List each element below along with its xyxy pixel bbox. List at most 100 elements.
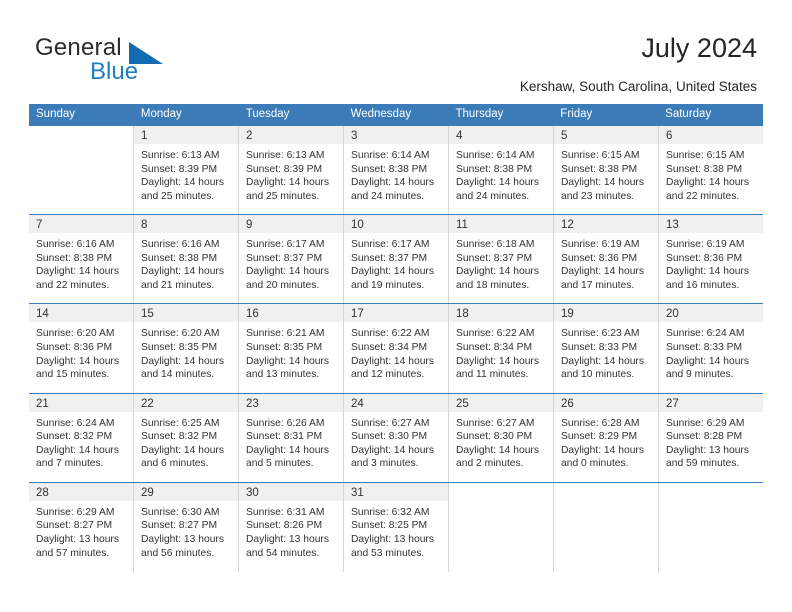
day-number: 20 bbox=[666, 308, 679, 321]
calendar-day-cell[interactable]: 27 Sunrise: 6:29 AM Sunset: 8:28 PM Dayl… bbox=[658, 393, 763, 482]
calendar-day-cell[interactable]: 28 Sunrise: 6:29 AM Sunset: 8:27 PM Dayl… bbox=[29, 482, 133, 572]
page-subtitle-location: Kershaw, South Carolina, United States bbox=[519, 79, 757, 94]
calendar-day-cell[interactable]: 22 Sunrise: 6:25 AM Sunset: 8:32 PM Dayl… bbox=[133, 393, 238, 482]
calendar-day-cell[interactable]: 7 Sunrise: 6:16 AM Sunset: 8:38 PM Dayli… bbox=[29, 215, 133, 303]
day-details bbox=[659, 501, 763, 506]
weekday-header-saturday: Saturday bbox=[665, 108, 712, 120]
sunset-text: Sunset: 8:38 PM bbox=[666, 163, 743, 175]
calendar-day-cell bbox=[553, 482, 658, 572]
calendar-day-cell[interactable]: 31 Sunrise: 6:32 AM Sunset: 8:25 PM Dayl… bbox=[343, 482, 448, 572]
calendar-day-cell[interactable]: 16 Sunrise: 6:21 AM Sunset: 8:35 PM Dayl… bbox=[238, 304, 343, 393]
calendar-week-row: 21 Sunrise: 6:24 AM Sunset: 8:32 PM Dayl… bbox=[29, 392, 763, 482]
calendar-day-cell[interactable]: 12 Sunrise: 6:19 AM Sunset: 8:36 PM Dayl… bbox=[553, 215, 658, 304]
calendar-day-cell[interactable]: 5 Sunrise: 6:15 AM Sunset: 8:38 PM Dayli… bbox=[553, 126, 658, 215]
daylight-text-line1: Daylight: 14 hours bbox=[561, 444, 644, 456]
day-details: Sunrise: 6:25 AM Sunset: 8:32 PM Dayligh… bbox=[134, 412, 238, 471]
calendar-day-cell[interactable]: 4 Sunrise: 6:14 AM Sunset: 8:38 PM Dayli… bbox=[448, 126, 553, 215]
calendar-day-cell[interactable]: 23 Sunrise: 6:26 AM Sunset: 8:31 PM Dayl… bbox=[238, 393, 343, 482]
calendar-day-cell[interactable]: 6 Sunrise: 6:15 AM Sunset: 8:38 PM Dayli… bbox=[658, 126, 763, 215]
daylight-text-line2: and 15 minutes. bbox=[36, 369, 110, 381]
sunset-text: Sunset: 8:38 PM bbox=[36, 252, 113, 264]
calendar-day-cell[interactable]: 29 Sunrise: 6:30 AM Sunset: 8:27 PM Dayl… bbox=[133, 482, 238, 572]
sunrise-text: Sunrise: 6:30 AM bbox=[141, 506, 220, 518]
daylight-text-line2: and 54 minutes. bbox=[246, 547, 320, 559]
daylight-text-line1: Daylight: 14 hours bbox=[141, 444, 224, 456]
calendar-day-cell[interactable]: 24 Sunrise: 6:27 AM Sunset: 8:30 PM Dayl… bbox=[343, 393, 448, 482]
day-details: Sunrise: 6:31 AM Sunset: 8:26 PM Dayligh… bbox=[239, 501, 343, 560]
daylight-text-line2: and 22 minutes. bbox=[666, 190, 740, 202]
daylight-text-line2: and 22 minutes. bbox=[36, 279, 110, 291]
calendar-day-cell[interactable]: 17 Sunrise: 6:22 AM Sunset: 8:34 PM Dayl… bbox=[343, 304, 448, 393]
day-details bbox=[449, 501, 553, 506]
day-details: Sunrise: 6:23 AM Sunset: 8:33 PM Dayligh… bbox=[554, 322, 658, 381]
sunset-text: Sunset: 8:29 PM bbox=[561, 431, 638, 443]
sunrise-text: Sunrise: 6:13 AM bbox=[246, 150, 325, 161]
sunrise-text: Sunrise: 6:24 AM bbox=[36, 417, 115, 429]
calendar-day-cell[interactable]: 2 Sunrise: 6:13 AM Sunset: 8:39 PM Dayli… bbox=[238, 126, 343, 215]
daylight-text-line2: and 13 minutes. bbox=[246, 369, 320, 381]
daylight-text-line2: and 23 minutes. bbox=[561, 190, 635, 202]
calendar-page: General Blue July 2024 Kershaw, South Ca… bbox=[0, 0, 792, 612]
sunrise-text: Sunrise: 6:16 AM bbox=[141, 239, 220, 251]
day-details: Sunrise: 6:19 AM Sunset: 8:36 PM Dayligh… bbox=[659, 233, 763, 292]
weekday-header-row: Sunday Monday Tuesday Wednesday Thursday… bbox=[29, 104, 763, 125]
day-details: Sunrise: 6:28 AM Sunset: 8:29 PM Dayligh… bbox=[554, 412, 658, 471]
sunset-text: Sunset: 8:27 PM bbox=[36, 520, 113, 532]
day-number: 30 bbox=[246, 486, 259, 499]
calendar-day-cell[interactable]: 15 Sunrise: 6:20 AM Sunset: 8:35 PM Dayl… bbox=[133, 304, 238, 393]
sunrise-text: Sunrise: 6:29 AM bbox=[36, 506, 115, 518]
sunset-text: Sunset: 8:37 PM bbox=[456, 252, 533, 264]
calendar-day-cell[interactable]: 13 Sunrise: 6:19 AM Sunset: 8:36 PM Dayl… bbox=[658, 215, 763, 304]
calendar-day-cell[interactable]: 30 Sunrise: 6:31 AM Sunset: 8:26 PM Dayl… bbox=[238, 482, 343, 572]
day-number: 8 bbox=[141, 219, 148, 232]
general-blue-logo[interactable]: General Blue bbox=[35, 34, 215, 85]
day-details: Sunrise: 6:29 AM Sunset: 8:27 PM Dayligh… bbox=[29, 501, 133, 560]
calendar-day-cell[interactable]: 11 Sunrise: 6:18 AM Sunset: 8:37 PM Dayl… bbox=[448, 215, 553, 304]
calendar-day-cell[interactable]: 1 Sunrise: 6:13 AM Sunset: 8:39 PM Dayli… bbox=[133, 126, 238, 215]
day-number: 5 bbox=[561, 130, 568, 142]
daylight-text-line1: Daylight: 14 hours bbox=[561, 355, 644, 367]
day-details: Sunrise: 6:17 AM Sunset: 8:37 PM Dayligh… bbox=[239, 233, 343, 292]
day-number: 27 bbox=[666, 397, 679, 410]
daylight-text-line2: and 9 minutes. bbox=[666, 369, 734, 381]
day-number: 12 bbox=[561, 219, 574, 232]
calendar-day-cell[interactable]: 19 Sunrise: 6:23 AM Sunset: 8:33 PM Dayl… bbox=[553, 304, 658, 393]
day-number: 15 bbox=[141, 308, 154, 321]
day-details: Sunrise: 6:29 AM Sunset: 8:28 PM Dayligh… bbox=[659, 412, 763, 471]
sunset-text: Sunset: 8:35 PM bbox=[246, 341, 323, 353]
calendar-day-cell[interactable]: 14 Sunrise: 6:20 AM Sunset: 8:36 PM Dayl… bbox=[29, 304, 133, 392]
calendar-day-cell[interactable]: 3 Sunrise: 6:14 AM Sunset: 8:38 PM Dayli… bbox=[343, 126, 448, 215]
sunset-text: Sunset: 8:32 PM bbox=[36, 431, 113, 443]
day-number: 29 bbox=[141, 486, 154, 499]
calendar-week-row: 7 Sunrise: 6:16 AM Sunset: 8:38 PM Dayli… bbox=[29, 214, 763, 304]
calendar-day-cell[interactable]: 8 Sunrise: 6:16 AM Sunset: 8:38 PM Dayli… bbox=[133, 215, 238, 304]
calendar-day-cell[interactable]: 21 Sunrise: 6:24 AM Sunset: 8:32 PM Dayl… bbox=[29, 393, 133, 482]
day-number: 11 bbox=[456, 219, 468, 232]
daylight-text-line1: Daylight: 13 hours bbox=[351, 533, 434, 545]
calendar-day-cell[interactable]: 9 Sunrise: 6:17 AM Sunset: 8:37 PM Dayli… bbox=[238, 215, 343, 304]
daylight-text-line2: and 0 minutes. bbox=[561, 458, 629, 470]
day-details: Sunrise: 6:17 AM Sunset: 8:37 PM Dayligh… bbox=[344, 233, 448, 292]
daylight-text-line2: and 16 minutes. bbox=[666, 279, 740, 291]
daylight-text-line1: Daylight: 14 hours bbox=[351, 355, 434, 367]
calendar-day-cell[interactable]: 10 Sunrise: 6:17 AM Sunset: 8:37 PM Dayl… bbox=[343, 215, 448, 304]
page-header: General Blue July 2024 Kershaw, South Ca… bbox=[0, 0, 792, 102]
sunset-text: Sunset: 8:35 PM bbox=[141, 341, 218, 353]
day-number: 25 bbox=[456, 397, 469, 410]
calendar-day-cell[interactable]: 18 Sunrise: 6:22 AM Sunset: 8:34 PM Dayl… bbox=[448, 304, 553, 393]
sunrise-text: Sunrise: 6:24 AM bbox=[666, 328, 745, 340]
daylight-text-line1: Daylight: 14 hours bbox=[246, 444, 329, 456]
daylight-text-line1: Daylight: 14 hours bbox=[351, 444, 434, 456]
calendar-day-cell[interactable]: 25 Sunrise: 6:27 AM Sunset: 8:30 PM Dayl… bbox=[448, 393, 553, 482]
daylight-text-line1: Daylight: 14 hours bbox=[141, 266, 224, 278]
day-number: 23 bbox=[246, 397, 259, 410]
calendar-day-cell[interactable]: 20 Sunrise: 6:24 AM Sunset: 8:33 PM Dayl… bbox=[658, 304, 763, 393]
daylight-text-line1: Daylight: 14 hours bbox=[36, 444, 119, 456]
sunrise-text: Sunrise: 6:20 AM bbox=[141, 328, 220, 340]
calendar-day-cell[interactable]: 26 Sunrise: 6:28 AM Sunset: 8:29 PM Dayl… bbox=[553, 393, 658, 482]
day-number: 9 bbox=[246, 219, 253, 232]
day-number: 21 bbox=[36, 397, 49, 410]
sunrise-text: Sunrise: 6:19 AM bbox=[666, 239, 745, 251]
daylight-text-line2: and 59 minutes. bbox=[666, 458, 740, 470]
day-details: Sunrise: 6:32 AM Sunset: 8:25 PM Dayligh… bbox=[344, 501, 448, 560]
